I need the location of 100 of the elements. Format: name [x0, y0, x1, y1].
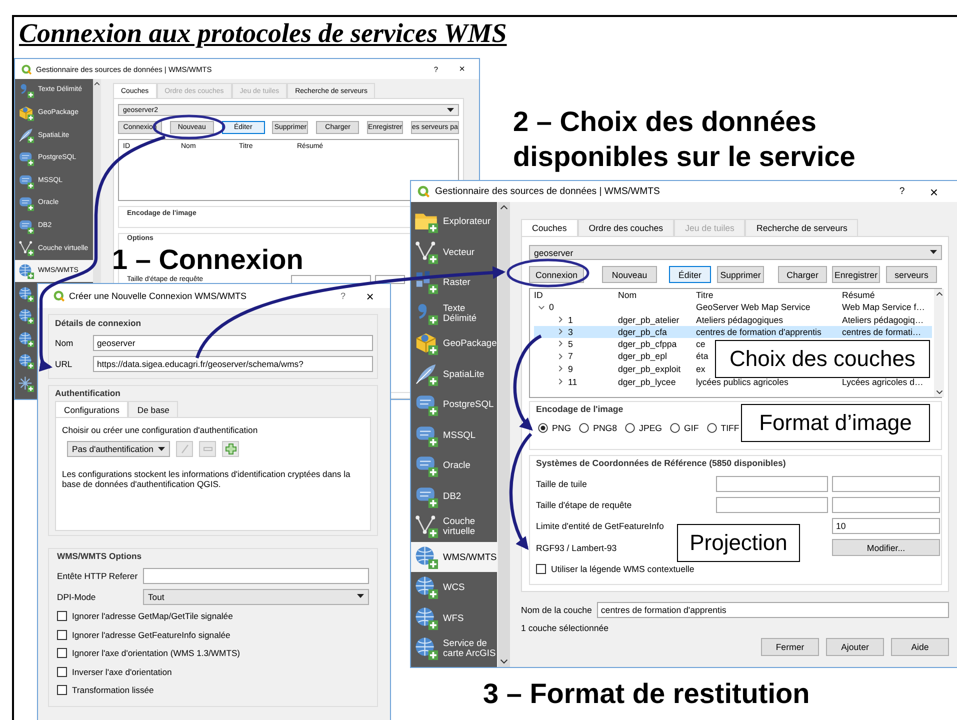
radio-button[interactable] [579, 423, 590, 433]
help-button[interactable]: ? [332, 291, 354, 301]
button[interactable]: Charger [778, 266, 827, 283]
checkbox-label: Ignorer l'axe d'orientation (WMS 1.3/WMTS) [72, 648, 240, 658]
button[interactable]: Enregistrer [832, 266, 880, 283]
tab[interactable]: Ordre des couches [578, 219, 674, 236]
checkbox[interactable] [57, 611, 67, 622]
checkbox-label: Ignorer l'adresse GetMap/GetTile signalée [72, 611, 233, 622]
table-cell: centres de formati… [842, 326, 922, 337]
tab[interactable]: Configurations [55, 401, 128, 417]
button[interactable]: Éditer [669, 266, 711, 283]
dpi-mode-dropdown[interactable]: Tout [143, 588, 369, 604]
tree-row[interactable]: 0 GeoServer Web Map Service Web Map Service f… [534, 301, 932, 314]
projection-label: RGF93 / Lambert-93 [536, 542, 618, 552]
chevron-icon[interactable] [557, 352, 564, 360]
field-label: URL [55, 358, 74, 368]
tab[interactable]: Recherche de serveurs [745, 219, 858, 236]
button[interactable]: Fermer [761, 638, 819, 656]
sidebar-item[interactable]: Raster [411, 267, 497, 298]
button[interactable]: Modifier... [832, 539, 940, 556]
sidebar-item[interactable]: PostgreSQL [411, 389, 497, 420]
table-cell: 0 [549, 302, 554, 312]
checkbox[interactable] [57, 685, 67, 696]
button[interactable]: Connexion [529, 266, 584, 283]
close-button[interactable]: × [358, 288, 382, 304]
dropdown-arrow-icon [930, 250, 937, 255]
sidebar-item[interactable]: Explorateur [411, 206, 497, 236]
radio-label: TIFF [720, 423, 740, 433]
close-button[interactable]: × [451, 64, 473, 74]
button[interactable]: Supprimer [717, 266, 764, 283]
sidebar-item[interactable]: GeoPackage [411, 328, 497, 358]
sidebar-item[interactable]: Oracle [411, 450, 497, 480]
input-field[interactable] [716, 497, 828, 513]
button[interactable]: serveurs [886, 266, 937, 283]
close-button[interactable]: × [919, 184, 949, 200]
sidebar-item[interactable]: WFS [411, 602, 497, 633]
radio-button[interactable] [670, 423, 680, 433]
callout-label: Projection [677, 524, 800, 562]
input-field[interactable] [832, 476, 940, 492]
radio-button[interactable] [625, 423, 636, 433]
tree-row[interactable]: 11 dger_pb_lycee lycées publics agricoles Lycées agricoles d… [534, 375, 932, 388]
table-cell: 7 [568, 351, 573, 362]
chevron-icon[interactable] [557, 316, 564, 324]
scrollbar[interactable] [498, 202, 510, 667]
chevron-icon[interactable] [538, 304, 545, 311]
checkbox[interactable] [536, 564, 546, 574]
sidebar-item[interactable]: Couche virtuelle [411, 511, 497, 542]
sidebar-item[interactable]: WCS [411, 572, 497, 602]
field-label: Nom de la couche [521, 605, 592, 615]
table-cell: 3 [568, 326, 573, 337]
tree-row[interactable]: 7 dger_pb_epl éta [534, 350, 708, 363]
checkbox[interactable] [57, 630, 67, 640]
tree-row[interactable]: 5 dger_pb_cfppa ce [534, 338, 706, 351]
chevron-icon[interactable] [557, 340, 564, 348]
input-field[interactable]: 10 [832, 518, 940, 534]
button[interactable]: Nouveau [602, 266, 657, 283]
table-cell: 1 [568, 314, 573, 325]
scroll-up-icon [936, 292, 942, 296]
input-field[interactable]: https://data.sigea.educagri.fr/geoserver/schema/wms? [93, 356, 373, 372]
auth-config-dropdown[interactable]: Pas d'authentification [67, 441, 170, 457]
globe-icon [414, 606, 438, 630]
chevron-icon[interactable] [557, 328, 564, 336]
table-cell: lycées publics agricoles [696, 376, 788, 387]
button[interactable]: Aide [891, 638, 949, 656]
box-icon [18, 104, 34, 121]
sidebar-item[interactable]: Service de carte ArcGIS [411, 633, 497, 664]
input-field[interactable] [143, 568, 369, 584]
tree-row[interactable]: 9 dger_pb_exploit ex [534, 362, 706, 376]
sidebar-item[interactable]: SpatiaLite [411, 358, 497, 389]
connection-dropdown[interactable]: geoserver [529, 245, 942, 260]
input-field[interactable] [832, 497, 940, 513]
scrollbar[interactable] [934, 289, 944, 397]
table-cell: GeoServer Web Map Service [696, 302, 810, 312]
checkbox[interactable] [57, 666, 67, 677]
add-button[interactable] [222, 441, 239, 457]
tree-row[interactable]: 3 dger_pb_cfa centres de formation d'apprentis centres de formati… [534, 326, 932, 338]
chevron-icon[interactable] [557, 365, 564, 372]
sidebar-item[interactable]: Texte Délimité [411, 298, 497, 328]
tree-row[interactable]: 1 dger_pb_atelier Ateliers pédagogiques Ateliers pédagogiq… [534, 313, 932, 326]
tab[interactable]: De base [128, 401, 178, 417]
sidebar-item[interactable]: Vecteur [411, 236, 497, 267]
radio-button[interactable] [538, 423, 548, 433]
checkbox[interactable] [57, 648, 67, 658]
globe-icon [18, 308, 34, 324]
sidebar-item[interactable]: DB2 [411, 480, 497, 511]
input-field[interactable]: centres de formation d'apprentis [596, 602, 949, 618]
callout-label: Choix des couches [715, 340, 930, 378]
annotation-heading: 1 – Connexion [112, 246, 304, 274]
sidebar-item[interactable]: WMS/WMTS [411, 542, 497, 572]
checkbox-label: Inverser l'axe d'orientation [72, 666, 172, 677]
input-field[interactable]: geoserver [93, 334, 373, 350]
table-cell: 9 [568, 364, 573, 374]
input-field[interactable] [716, 476, 828, 492]
feather-icon [414, 362, 438, 386]
button[interactable]: Ajouter [826, 638, 884, 656]
radio-button[interactable] [706, 423, 717, 433]
sidebar-item[interactable]: MSSQL [411, 420, 497, 450]
chevron-icon[interactable] [557, 378, 564, 386]
tab[interactable]: Couches [521, 219, 578, 236]
help-button[interactable]: ? [890, 186, 914, 197]
